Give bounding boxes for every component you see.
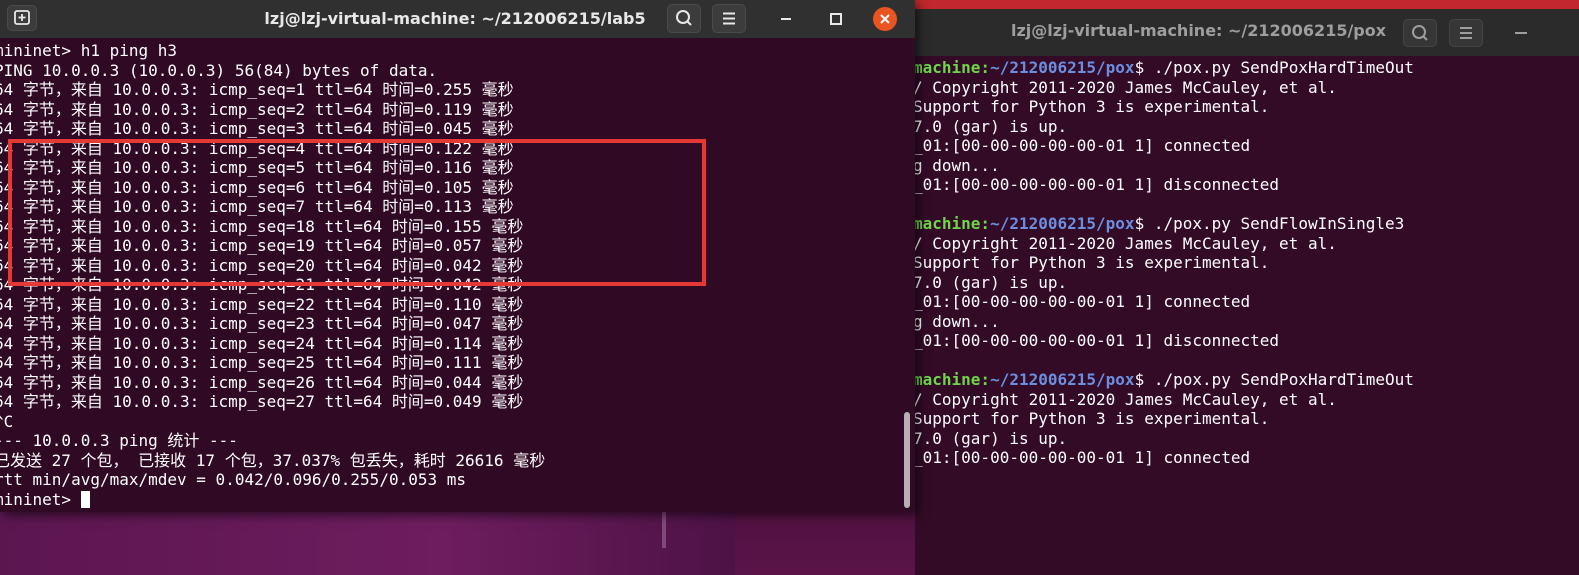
highlight-annotation-box bbox=[8, 139, 706, 286]
search-button[interactable] bbox=[1403, 19, 1437, 47]
terminal-line: Support for Python 3 is experimental. bbox=[913, 97, 1579, 117]
terminal-line: 64 字节，来自 10.0.0.3: icmp_seq=25 ttl=64 时间… bbox=[0, 353, 524, 372]
terminal-line: Support for Python 3 is experimental. bbox=[913, 409, 1579, 429]
prompt-path: ~/212006215/pox bbox=[990, 370, 1135, 389]
line-text: _01:[00-00-00-00-00-01 1] disconnected bbox=[913, 175, 1280, 194]
terminal-line: _01:[00-00-00-00-00-01 1] connected bbox=[913, 448, 1579, 468]
hamburger-menu-icon bbox=[1460, 27, 1472, 39]
line-text: Support for Python 3 is experimental. bbox=[913, 253, 1270, 272]
text-cursor bbox=[80, 490, 90, 508]
minimize-button[interactable] bbox=[775, 8, 797, 30]
terminal-line: 64 字节，来自 10.0.0.3: icmp_seq=2 ttl=64 时间=… bbox=[0, 99, 514, 119]
line-text: $ ./pox.py SendFlowInSingle3 bbox=[1134, 214, 1405, 233]
menu-button[interactable] bbox=[712, 4, 746, 33]
line-text: _01:[00-00-00-00-00-01 1] connected bbox=[913, 292, 1251, 311]
terminal-line: 已发送 27 个包， 已接收 17 个包，37.037% 包丢失，耗时 2661… bbox=[0, 450, 546, 470]
terminal-line: _01:[00-00-00-00-00-01 1] connected bbox=[913, 292, 1579, 312]
terminal-line: mininet> h1 ping h3 bbox=[0, 41, 178, 60]
window-title: lzj@lzj-virtual-machine: ~/212006215/pox bbox=[1011, 21, 1387, 40]
line-text: $ ./pox.py SendPoxHardTimeOut bbox=[1134, 58, 1414, 77]
terminal-line: Support for Python 3 is experimental. bbox=[913, 253, 1579, 273]
terminal-line: _01:[00-00-00-00-00-01 1] disconnected bbox=[913, 175, 1579, 195]
terminal-line: 64 字节，来自 10.0.0.3: icmp_seq=24 ttl=64 时间… bbox=[0, 333, 524, 353]
line-text: g down... bbox=[913, 311, 1000, 331]
terminal-output[interactable]: machine:~/212006215/pox$ ./pox.py SendPo… bbox=[913, 58, 1579, 468]
prompt-text: mininet> bbox=[0, 489, 81, 509]
terminal-line: / Copyright 2011-2020 James McCauley, et… bbox=[913, 234, 1579, 254]
line-text: Support for Python 3 is experimental. bbox=[913, 97, 1270, 116]
terminal-line: 64 字节，来自 10.0.0.3: icmp_seq=1 ttl=64 时间=… bbox=[0, 80, 514, 99]
terminal-line: _01:[00-00-00-00-00-01 1] connected bbox=[913, 136, 1579, 156]
terminal-line: 64 字节，来自 10.0.0.3: icmp_seq=27 ttl=64 时间… bbox=[0, 392, 524, 411]
new-tab-icon bbox=[14, 10, 30, 25]
scrollbar-thumb[interactable] bbox=[904, 412, 910, 508]
terminal-line: 7.0 (gar) is up. bbox=[913, 273, 1579, 293]
menu-button[interactable] bbox=[1449, 19, 1483, 47]
line-text: 7.0 (gar) is up. bbox=[913, 272, 1068, 292]
terminal-line: 64 字节，来自 10.0.0.3: icmp_seq=26 ttl=64 时间… bbox=[0, 372, 524, 392]
search-button[interactable] bbox=[667, 4, 701, 33]
line-text: / Copyright 2011-2020 James McCauley, et… bbox=[913, 389, 1337, 409]
maximize-icon bbox=[830, 13, 842, 25]
terminal-line: / Copyright 2011-2020 James McCauley, et… bbox=[913, 78, 1579, 98]
terminal-line: 64 字节，来自 10.0.0.3: icmp_seq=3 ttl=64 时间=… bbox=[0, 119, 514, 138]
terminal-line: g down... bbox=[913, 156, 1579, 176]
line-text: _01:[00-00-00-00-00-01 1] connected bbox=[913, 136, 1251, 155]
maximize-button[interactable] bbox=[825, 8, 847, 30]
close-icon bbox=[880, 14, 890, 24]
line-text: 7.0 (gar) is up. bbox=[913, 428, 1068, 448]
new-tab-button[interactable] bbox=[7, 5, 37, 31]
terminal-line: machine:~/212006215/pox$ ./pox.py SendPo… bbox=[913, 58, 1579, 78]
terminal-line: 64 字节，来自 10.0.0.3: icmp_seq=22 ttl=64 时间… bbox=[0, 294, 524, 314]
terminal-prompt-line[interactable]: mininet> bbox=[0, 490, 905, 510]
terminal-line: 64 字节，来自 10.0.0.3: icmp_seq=23 ttl=64 时间… bbox=[0, 314, 524, 333]
search-icon bbox=[676, 10, 692, 26]
terminal-line: 7.0 (gar) is up. bbox=[913, 429, 1579, 449]
line-text: / Copyright 2011-2020 James McCauley, et… bbox=[913, 77, 1337, 97]
terminal-line: 7.0 (gar) is up. bbox=[913, 117, 1579, 137]
terminal-line: --- 10.0.0.3 ping 统计 --- bbox=[0, 431, 238, 450]
prompt-host: machine: bbox=[913, 58, 991, 77]
close-button[interactable] bbox=[873, 7, 897, 31]
terminal-line: g down... bbox=[913, 312, 1579, 332]
desktop-wallpaper-strip bbox=[0, 508, 735, 575]
search-icon bbox=[1412, 25, 1428, 41]
terminal-line: ^C bbox=[0, 411, 14, 431]
terminal-line: rtt min/avg/max/mdev = 0.042/0.096/0.255… bbox=[0, 470, 467, 489]
desktop-wallpaper-mark bbox=[662, 508, 666, 548]
line-text: / Copyright 2011-2020 James McCauley, et… bbox=[913, 233, 1337, 253]
prompt-host: machine: bbox=[913, 370, 991, 389]
terminal-line: machine:~/212006215/pox$ ./pox.py SendFl… bbox=[913, 214, 1579, 234]
line-text: _01:[00-00-00-00-00-01 1] connected bbox=[913, 448, 1251, 467]
terminal-line: / Copyright 2011-2020 James McCauley, et… bbox=[913, 390, 1579, 410]
prompt-path: ~/212006215/pox bbox=[990, 214, 1135, 233]
minimize-icon bbox=[781, 18, 791, 20]
line-text: $ ./pox.py SendPoxHardTimeOut bbox=[1134, 370, 1414, 389]
minimize-icon[interactable] bbox=[1515, 32, 1527, 34]
window-title: lzj@lzj-virtual-machine: ~/212006215/lab… bbox=[264, 9, 646, 28]
prompt-path: ~/212006215/pox bbox=[990, 58, 1135, 77]
terminal-line: PING 10.0.0.3 (10.0.0.3) 56(84) bytes of… bbox=[0, 60, 438, 80]
line-text: _01:[00-00-00-00-00-01 1] disconnected bbox=[913, 331, 1280, 350]
terminal-window-pox[interactable]: lzj@lzj-virtual-machine: ~/212006215/pox… bbox=[913, 0, 1579, 575]
window-accent-line bbox=[915, 0, 1579, 9]
prompt-host: machine: bbox=[913, 214, 991, 233]
line-text: Support for Python 3 is experimental. bbox=[913, 409, 1270, 428]
hamburger-menu-icon bbox=[723, 12, 735, 25]
line-text: g down... bbox=[913, 155, 1000, 175]
line-text: 7.0 (gar) is up. bbox=[913, 116, 1068, 136]
terminal-line: _01:[00-00-00-00-00-01 1] disconnected bbox=[913, 331, 1579, 351]
terminal-line: machine:~/212006215/pox$ ./pox.py SendPo… bbox=[913, 370, 1579, 390]
